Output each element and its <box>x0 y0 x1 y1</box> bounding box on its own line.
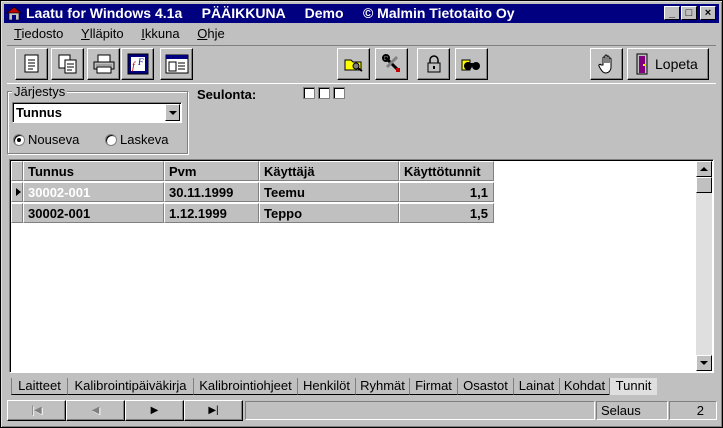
sort-ascending-label: Nouseva <box>28 132 80 147</box>
column-header-pvm[interactable]: Pvm <box>164 161 259 181</box>
cell-tunnus[interactable]: 30002-001 <box>23 203 164 223</box>
status-panel-empty <box>245 401 595 420</box>
vertical-scrollbar[interactable] <box>696 161 712 371</box>
status-bar: |◀ ◀ ▶ ▶| Selaus 2 <box>7 400 718 421</box>
window-icon <box>165 54 188 74</box>
filter-checkbox-2[interactable] <box>318 87 330 99</box>
close-icon: × <box>704 7 712 19</box>
scroll-up-icon[interactable] <box>696 161 712 177</box>
tab-laitteet[interactable]: Laitteet <box>11 378 67 395</box>
column-header-tunnus[interactable]: Tunnus <box>23 161 164 181</box>
radio-checked-icon <box>13 133 25 146</box>
tab-tunnit[interactable]: Tunnit <box>609 378 657 395</box>
exit-label: Lopeta <box>655 56 698 72</box>
nav-first-button[interactable]: |◀ <box>7 400 66 421</box>
sort-group-title: Järjestys <box>12 84 68 99</box>
menu-yllapito[interactable]: Ylläpito <box>72 25 129 43</box>
header-indicator-cell <box>11 161 23 181</box>
exit-door-icon <box>636 53 648 75</box>
window-title: Laatu for Windows 4.1a PÄÄIKKUNA Demo © … <box>26 5 515 21</box>
nav-next-button[interactable]: ▶ <box>125 400 184 421</box>
maximize-button[interactable]: □ <box>681 6 697 20</box>
cell-tunnus[interactable]: 30002-001 <box>23 182 164 202</box>
sort-descending-label: Laskeva <box>120 132 169 147</box>
last-record-icon: ▶| <box>208 404 219 416</box>
row-indicator-cell[interactable] <box>11 203 23 223</box>
column-header-kayttotunnit[interactable]: Käyttötunnit <box>399 161 494 181</box>
hand-icon <box>597 54 611 74</box>
current-row-arrow-icon <box>16 188 21 196</box>
menu-tiedosto[interactable]: Tiedosto <box>5 25 68 43</box>
cell-kayttotunnit[interactable]: 1,5 <box>399 203 494 223</box>
tab-firmat[interactable]: Firmat <box>409 378 457 395</box>
tab-henkilot[interactable]: Henkilöt <box>297 378 355 395</box>
filter-checkbox-3[interactable] <box>333 87 345 99</box>
app-house-icon <box>6 6 22 21</box>
main-window: Laatu for Windows 4.1a PÄÄIKKUNA Demo © … <box>0 0 723 428</box>
tools-button[interactable] <box>375 48 408 80</box>
search-button[interactable] <box>455 48 488 80</box>
title-bar[interactable]: Laatu for Windows 4.1a PÄÄIKKUNA Demo © … <box>4 4 719 23</box>
document-icon <box>24 54 38 73</box>
copy-button[interactable] <box>51 48 84 80</box>
minimize-icon: _ <box>668 7 676 19</box>
menu-ohje[interactable]: Ohje <box>188 25 229 43</box>
report-button[interactable]: f F <box>121 48 154 80</box>
tools-icon <box>381 54 400 72</box>
tab-strip: Laitteet Kalibrointipäiväkirja Kalibroin… <box>11 378 716 396</box>
svg-text:F: F <box>137 57 144 67</box>
printer-icon <box>93 54 114 74</box>
next-record-icon: ▶ <box>150 404 159 416</box>
menu-ikkuna[interactable]: Ikkuna <box>132 25 184 43</box>
maximize-icon: □ <box>685 7 693 19</box>
column-header-kayttaja[interactable]: Käyttäjä <box>259 161 399 181</box>
lock-button[interactable] <box>417 48 450 80</box>
folder-search-icon <box>344 59 363 72</box>
tab-kalibrointipaivakirja[interactable]: Kalibrointipäiväkirja <box>67 378 193 395</box>
lock-icon <box>427 55 440 73</box>
sort-descending-radio[interactable]: Laskeva <box>105 132 168 147</box>
chevron-down-icon[interactable] <box>165 104 180 121</box>
filter-label: Seulonta: <box>197 87 257 102</box>
tab-osastot[interactable]: Osastot <box>457 378 513 395</box>
prev-record-icon: ◀ <box>91 404 100 416</box>
first-record-icon: |◀ <box>31 404 42 416</box>
hand-button[interactable] <box>590 48 623 80</box>
menu-bar: Tiedosto Ylläpito Ikkuna Ohje <box>5 25 230 43</box>
scroll-down-icon[interactable] <box>696 355 712 371</box>
cell-pvm[interactable]: 1.12.1999 <box>164 203 259 223</box>
tab-lainat[interactable]: Lainat <box>513 378 559 395</box>
binoculars-icon <box>461 59 480 71</box>
exit-button[interactable]: Lopeta <box>627 48 709 80</box>
print-button[interactable] <box>87 48 120 80</box>
minimize-button[interactable]: _ <box>664 6 680 20</box>
data-grid[interactable]: Tunnus Pvm Käyttäjä Käyttötunnit 30002-0… <box>9 159 714 373</box>
tab-ryhmat[interactable]: Ryhmät <box>355 378 409 395</box>
close-button[interactable]: × <box>700 6 716 20</box>
cell-kayttotunnit[interactable]: 1,1 <box>399 182 494 202</box>
sort-field-value: Tunnus <box>16 105 62 120</box>
cell-kayttaja[interactable]: Teppo <box>259 203 399 223</box>
report-icon: f F <box>127 53 148 75</box>
tab-kohdat[interactable]: Kohdat <box>559 378 609 395</box>
open-folder-button[interactable] <box>337 48 370 80</box>
window-button[interactable] <box>160 48 193 80</box>
nav-last-button[interactable]: ▶| <box>184 400 243 421</box>
status-record-count: 2 <box>669 401 717 420</box>
sort-field-select[interactable]: Tunnus <box>12 102 182 123</box>
tab-kalibrointiohjeet[interactable]: Kalibrointiohjeet <box>193 378 297 395</box>
filter-checkbox-1[interactable] <box>303 87 315 99</box>
nav-prev-button[interactable]: ◀ <box>66 400 125 421</box>
cell-kayttaja[interactable]: Teemu <box>259 182 399 202</box>
row-indicator-cell[interactable] <box>11 182 23 202</box>
radio-unchecked-icon <box>105 133 117 146</box>
cell-pvm[interactable]: 30.11.1999 <box>164 182 259 202</box>
new-document-button[interactable] <box>15 48 48 80</box>
toolbar: f F Lopeta <box>7 45 716 84</box>
copy-icon <box>58 54 76 74</box>
status-mode: Selaus <box>596 401 668 420</box>
sort-ascending-radio[interactable]: Nouseva <box>13 132 79 147</box>
scroll-thumb[interactable] <box>696 177 712 193</box>
